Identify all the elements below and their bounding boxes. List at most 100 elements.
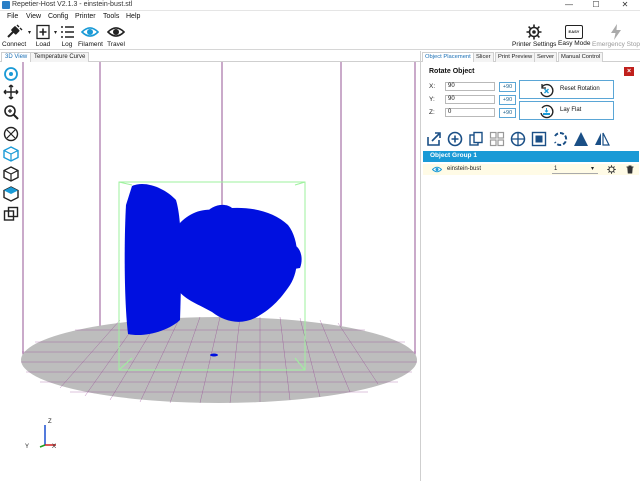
object-placement-panel: Object Placement Slicer Print Preview Se… <box>420 51 640 481</box>
move-object-icon[interactable] <box>3 126 19 142</box>
chevron-down-icon: ▾ <box>591 166 595 172</box>
lay-flat-label: Lay Flat <box>560 107 582 113</box>
move-view-icon[interactable] <box>3 84 19 100</box>
filament-label: Filament <box>78 41 103 48</box>
close-button[interactable]: ✕ <box>610 0 640 10</box>
gear-icon <box>526 24 542 40</box>
cut-object-icon[interactable] <box>573 131 589 147</box>
easy-mode-icon: EASY <box>565 25 583 39</box>
view-tabs: 3D View Temperature Curve <box>0 51 420 62</box>
3d-viewport[interactable]: Y Z X <box>0 62 420 481</box>
menu-config[interactable]: Config <box>48 13 68 20</box>
copies-select[interactable]: 1 ▾ <box>552 165 598 174</box>
object-settings-gear-icon[interactable] <box>607 165 616 174</box>
easy-mode-label: Easy Mode <box>558 40 591 47</box>
travel-button[interactable]: Travel <box>105 24 127 49</box>
tab-3d-view[interactable]: 3D View <box>1 52 32 62</box>
toolbar: Connect ▾ Load ▾ Log Filament Travel Pri… <box>0 23 640 50</box>
3d-scene[interactable] <box>0 62 420 481</box>
menu-tools[interactable]: Tools <box>103 13 119 20</box>
y-axis-label: Y: <box>429 96 435 103</box>
y-rotation-input[interactable]: 90 <box>445 95 495 104</box>
side-view-icon[interactable] <box>3 166 19 182</box>
object-name: einstein-bust <box>447 166 482 172</box>
x-rotation-input[interactable]: 90 <box>445 82 495 91</box>
copies-value: 1 <box>554 166 558 172</box>
z-plus90-button[interactable]: +90 <box>499 108 516 118</box>
emergency-stop-label: Emergency Stop <box>592 41 640 48</box>
add-file-icon <box>36 24 50 40</box>
y-plus90-button[interactable]: +90 <box>499 95 516 105</box>
axis-x-label: X <box>52 444 57 450</box>
travel-label: Travel <box>107 41 125 48</box>
app-icon <box>2 1 10 9</box>
menu-file[interactable]: File <box>7 13 18 20</box>
parallel-view-icon[interactable] <box>3 206 19 222</box>
easy-mode-button[interactable]: EASY Easy Mode <box>558 24 591 49</box>
mirror-object-icon[interactable] <box>594 131 610 147</box>
z-axis-label: Z: <box>429 109 435 116</box>
lay-flat-button[interactable]: Lay Flat <box>519 101 614 120</box>
eye-icon <box>81 27 99 37</box>
lay-flat-icon <box>540 104 554 119</box>
view-tool-sidebar <box>0 62 22 232</box>
load-label: Load <box>35 41 51 48</box>
load-button[interactable]: Load <box>33 24 53 49</box>
x-axis-label: X: <box>429 83 436 90</box>
filament-button[interactable]: Filament <box>78 24 103 49</box>
menu-help[interactable]: Help <box>126 13 140 20</box>
center-object-icon[interactable] <box>510 131 526 147</box>
tab-print-preview[interactable]: Print Preview <box>495 52 536 62</box>
add-object-icon[interactable] <box>447 131 463 147</box>
tab-manual-control[interactable]: Manual Control <box>558 52 604 62</box>
export-icon[interactable] <box>426 131 442 147</box>
minimize-button[interactable]: — <box>556 0 582 10</box>
menu-printer[interactable]: Printer <box>75 13 96 20</box>
copy-object-icon[interactable] <box>468 131 484 147</box>
window-title: Repetier-Host V2.1.3 - einstein-bust.stl <box>12 1 133 8</box>
load-dropdown-icon[interactable]: ▾ <box>54 29 57 36</box>
tab-slicer[interactable]: Slicer <box>473 52 494 62</box>
tab-object-placement[interactable]: Object Placement <box>422 52 474 62</box>
panel-tabs: Object Placement Slicer Print Preview Se… <box>421 51 640 62</box>
lightning-icon <box>610 24 621 40</box>
rotate-view-icon[interactable] <box>3 66 19 82</box>
axis-y-label: Y <box>25 444 30 450</box>
scale-object-icon[interactable] <box>531 131 547 147</box>
title-bar: Repetier-Host V2.1.3 - einstein-bust.stl… <box>0 0 640 11</box>
plug-icon <box>7 24 23 38</box>
object-list-item[interactable]: einstein-bust 1 ▾ <box>423 164 639 175</box>
log-label: Log <box>61 41 73 48</box>
reset-rotation-label: Reset Rotation <box>560 86 600 92</box>
maximize-button[interactable]: ☐ <box>583 0 609 10</box>
menu-view[interactable]: View <box>26 13 41 20</box>
connect-label: Connect <box>2 41 27 48</box>
tab-server[interactable]: Server <box>534 52 558 62</box>
front-view-icon[interactable] <box>3 146 19 162</box>
autoposition-icon[interactable] <box>489 131 505 147</box>
rotate-object-title: Rotate Object <box>429 68 475 75</box>
printer-settings-button[interactable]: Printer Settings <box>512 24 556 49</box>
reset-rotation-icon <box>540 83 554 98</box>
close-panel-button[interactable]: × <box>624 67 634 76</box>
delete-trash-icon[interactable] <box>626 165 634 174</box>
reset-rotation-button[interactable]: Reset Rotation <box>519 80 614 99</box>
menu-bar: File View Config Printer Tools Help <box>0 11 640 23</box>
connect-button[interactable]: Connect <box>2 24 26 49</box>
object-group-header[interactable]: Object Group 1 <box>423 151 639 162</box>
eye-outline-icon <box>107 27 125 37</box>
emergency-stop-button[interactable]: Emergency Stop <box>592 24 640 49</box>
axis-z-label: Z <box>48 419 52 425</box>
x-plus90-button[interactable]: +90 <box>499 82 516 92</box>
object-group-title: Object Group 1 <box>430 152 477 159</box>
rotate-object-icon[interactable] <box>552 131 568 147</box>
visibility-eye-icon[interactable] <box>432 166 442 173</box>
list-icon <box>61 26 74 38</box>
tab-temperature-curve[interactable]: Temperature Curve <box>30 52 90 62</box>
log-button[interactable]: Log <box>58 24 76 49</box>
z-rotation-input[interactable]: 0 <box>445 108 495 117</box>
zoom-icon[interactable] <box>3 104 19 120</box>
top-view-icon[interactable] <box>3 186 19 202</box>
printer-settings-label: Printer Settings <box>512 41 557 48</box>
connect-dropdown-icon[interactable]: ▾ <box>28 29 31 36</box>
